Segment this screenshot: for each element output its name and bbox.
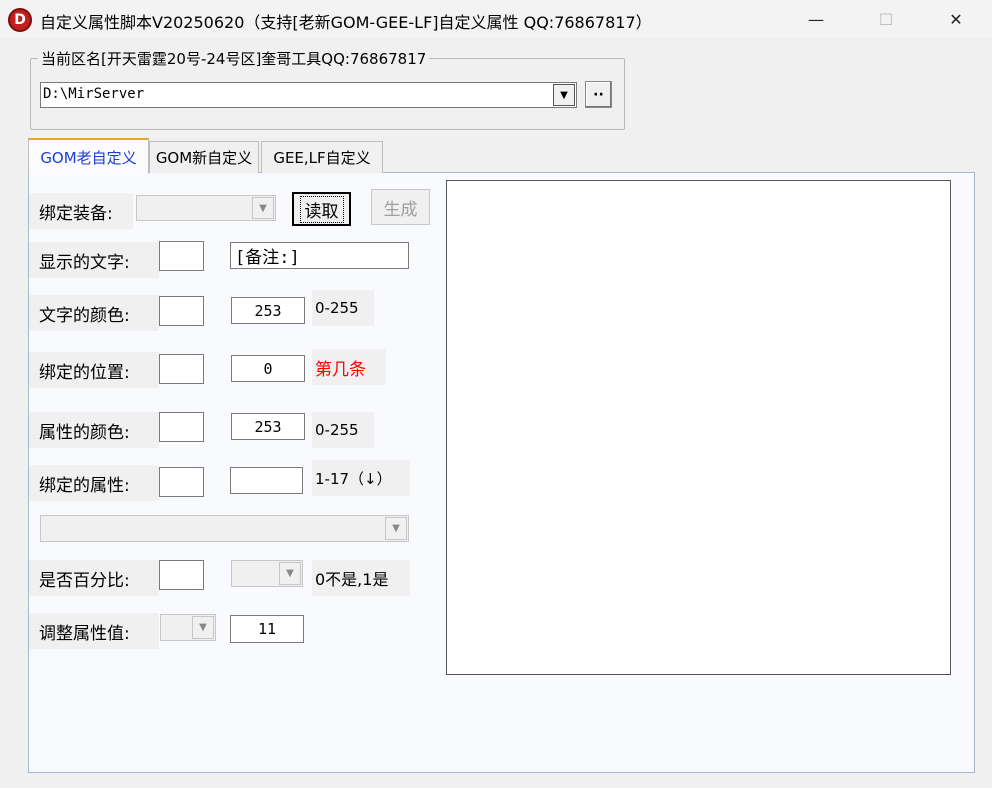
display-text-box[interactable] [159, 241, 204, 271]
app-icon: D [8, 8, 32, 32]
read-button[interactable]: 读取 [292, 192, 351, 226]
close-button[interactable]: ✕ [928, 0, 984, 38]
text-color-label: 文字的颜色: [29, 295, 159, 331]
bind-equip-combo[interactable]: ▼ [136, 195, 276, 221]
chevron-down-icon[interactable]: ▼ [279, 562, 301, 585]
text-color-input[interactable]: 253 [231, 297, 305, 324]
display-text-label: 显示的文字: [29, 242, 159, 278]
window-title: 自定义属性脚本V20250620（支持[老新GOM-GEE-LF]自定义属性 Q… [40, 13, 652, 32]
bind-attr-box[interactable] [159, 467, 204, 497]
bind-attr-input[interactable] [230, 467, 303, 494]
read-button-label: 读取 [299, 195, 344, 223]
tab-gom-old[interactable]: GOM老自定义 [28, 138, 149, 174]
tab-gom-new[interactable]: GOM新自定义 [149, 141, 259, 173]
display-text-input[interactable]: [备注:] [230, 242, 409, 269]
chevron-down-icon[interactable]: ▼ [553, 84, 575, 106]
bind-pos-hint: 第几条 [312, 349, 386, 385]
adjust-label: 调整属性值: [29, 613, 159, 649]
percent-box[interactable] [159, 560, 204, 590]
attr-color-hint: 0-255 [312, 412, 374, 448]
text-color-box[interactable] [159, 296, 204, 326]
attr-color-label: 属性的颜色: [29, 412, 159, 448]
text-color-hint: 0-255 [312, 290, 374, 326]
percent-combo[interactable]: ▼ [231, 560, 303, 587]
chevron-down-icon[interactable]: ▼ [252, 197, 274, 219]
bind-attr-hint: 1-17（↓） [312, 460, 410, 496]
chevron-down-icon[interactable]: ▼ [192, 616, 214, 639]
attr-color-input[interactable]: 253 [231, 413, 305, 440]
maximize-button[interactable]: ☐ [858, 0, 914, 38]
attr-color-box[interactable] [159, 412, 204, 442]
adjust-value-input[interactable]: 11 [230, 615, 304, 643]
generate-button[interactable]: 生成 [371, 189, 430, 225]
server-group-legend: 当前区名[开天雷霆20号-24号区]奎哥工具QQ:76867817 [38, 48, 430, 69]
bind-equip-label: 绑定装备: [29, 193, 133, 229]
bind-pos-input[interactable]: 0 [231, 355, 305, 382]
server-path-combo[interactable]: D:\MirServer ▼ [40, 82, 577, 108]
server-path-text: D:\MirServer [43, 86, 145, 102]
percent-hint: 0不是,1是 [312, 560, 410, 596]
bind-pos-box[interactable] [159, 354, 204, 384]
percent-label: 是否百分比: [29, 560, 159, 596]
tab-gee-lf[interactable]: GEE,LF自定义 [261, 141, 383, 173]
chevron-down-icon[interactable]: ▼ [385, 517, 407, 540]
bind-pos-label: 绑定的位置: [29, 352, 159, 388]
browse-button[interactable]: ·· [585, 81, 612, 108]
attribute-select[interactable]: ▼ [40, 515, 409, 542]
bind-attr-label: 绑定的属性: [29, 465, 159, 501]
preview-area[interactable] [446, 180, 951, 675]
adjust-combo[interactable]: ▼ [160, 614, 216, 641]
minimize-button[interactable]: — [788, 0, 844, 38]
